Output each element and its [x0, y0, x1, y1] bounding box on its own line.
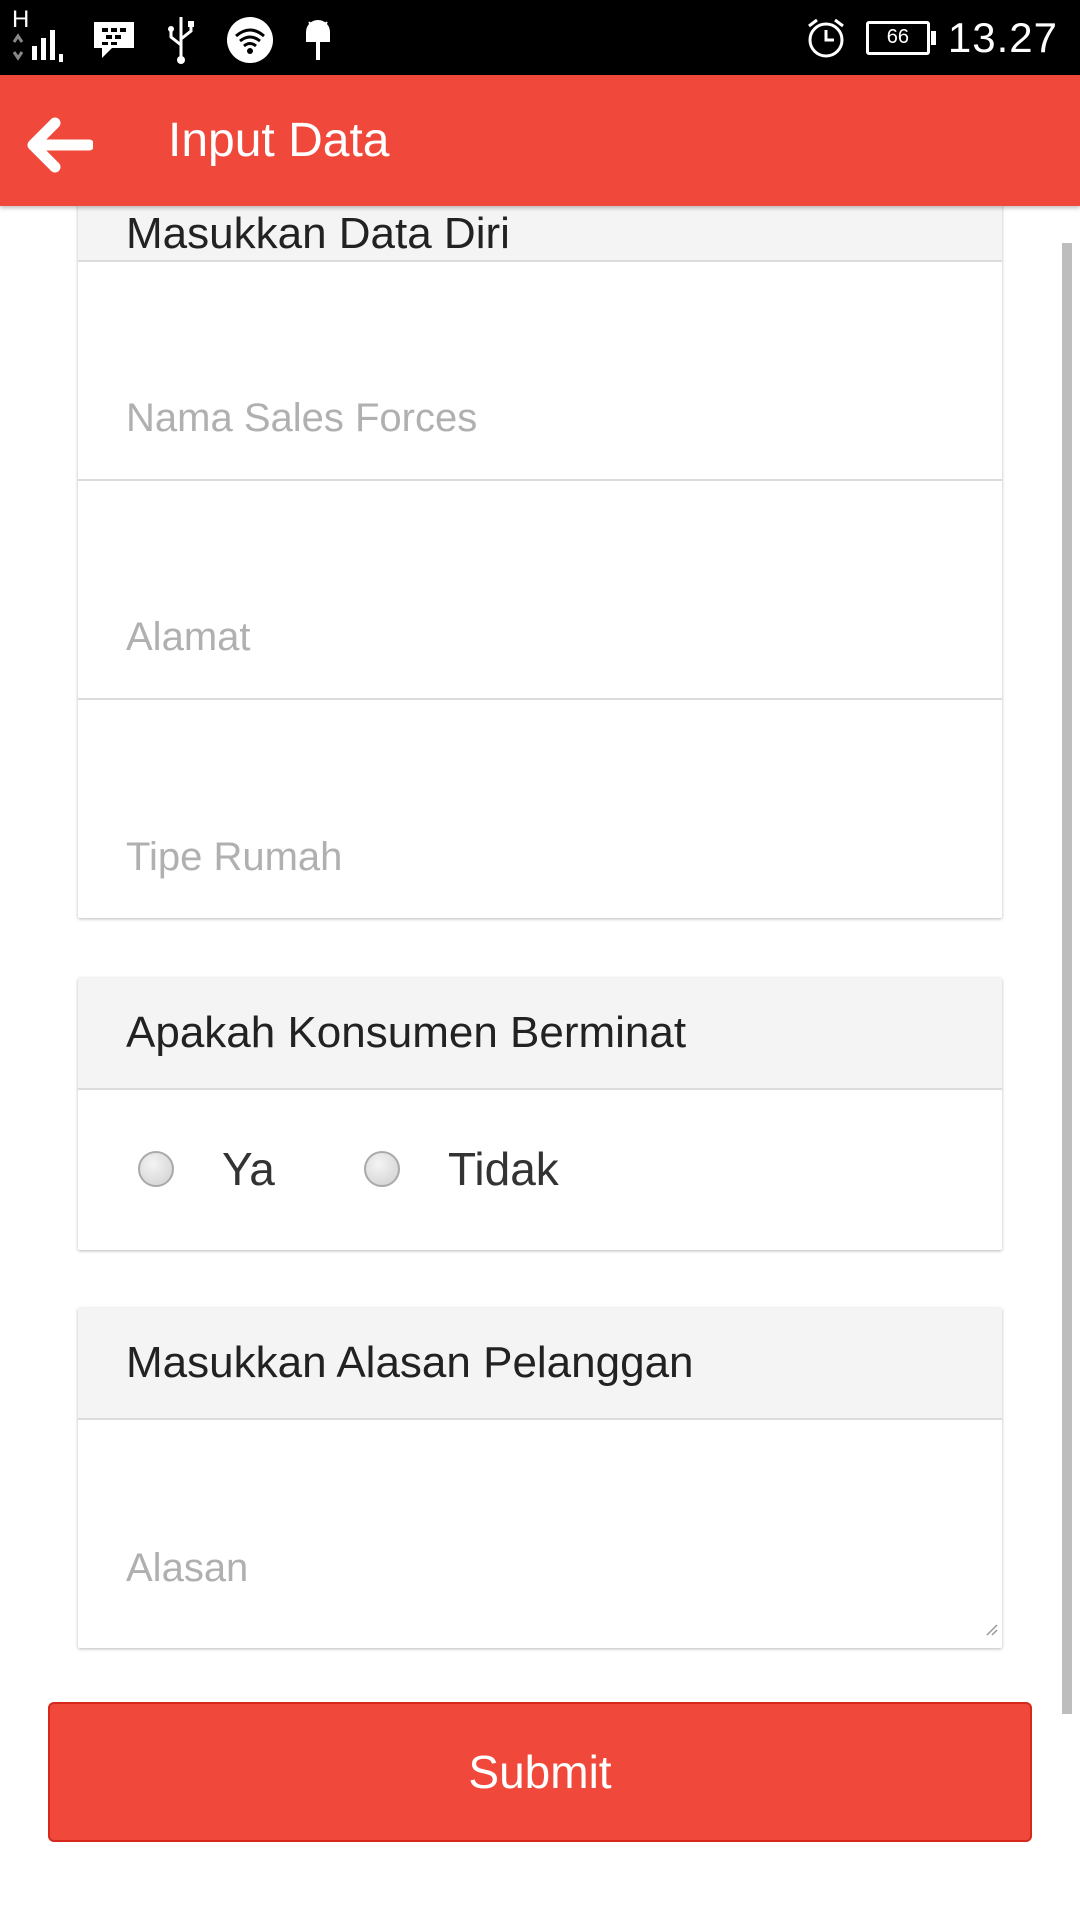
card-title-data-diri: Masukkan Data Diri: [126, 209, 510, 258]
alasan-textarea[interactable]: [126, 1546, 982, 1596]
radio-group-minat: Ya Tidak: [78, 1090, 1002, 1250]
field-alamat[interactable]: [78, 481, 1002, 700]
submit-label: Submit: [468, 1746, 612, 1798]
radio-option-ya[interactable]: Ya: [138, 1142, 275, 1196]
card-header-minat: Apakah Konsumen Berminat: [78, 978, 1002, 1090]
radio-label-tidak[interactable]: Tidak: [448, 1142, 559, 1196]
card-title-alasan: Masukkan Alasan Pelanggan: [126, 1338, 694, 1387]
signal-icon: [12, 30, 63, 62]
wifi-icon: [227, 17, 273, 63]
form-content[interactable]: Masukkan Data Diri Apakah Konsumen Bermi…: [0, 206, 1080, 1920]
status-time: 13.27: [947, 13, 1058, 61]
nama-sales-input[interactable]: [126, 396, 982, 441]
radio-option-tidak[interactable]: Tidak: [364, 1142, 559, 1196]
card-alasan: Masukkan Alasan Pelanggan: [78, 1308, 1002, 1648]
status-bar-right: 66 13.27: [804, 0, 1058, 75]
field-alasan[interactable]: [78, 1420, 1002, 1646]
submit-button[interactable]: Submit: [48, 1702, 1032, 1842]
app-bar: Input Data: [0, 75, 1080, 206]
scrollbar[interactable]: [1062, 243, 1072, 1714]
android-icon: [306, 20, 330, 60]
tipe-rumah-input[interactable]: [126, 835, 982, 880]
battery-level: 66: [886, 26, 910, 48]
page-title: Input Data: [168, 114, 390, 167]
status-bar-left: H: [10, 6, 336, 70]
battery-icon: 66: [865, 20, 936, 55]
bbm-icon: [94, 22, 134, 58]
radio-ya[interactable]: [138, 1151, 174, 1187]
field-nama-sales[interactable]: [78, 262, 1002, 481]
card-minat: Apakah Konsumen Berminat Ya Tidak: [78, 978, 1002, 1250]
network-indicator: H: [10, 6, 66, 68]
card-data-diri: Masukkan Data Diri: [78, 206, 1002, 918]
card-header-data-diri: Masukkan Data Diri: [78, 206, 1002, 262]
status-bar: H 66 13.27: [0, 0, 1080, 75]
radio-tidak[interactable]: [364, 1151, 400, 1187]
arrow-left-icon: [27, 117, 93, 173]
resize-grip-icon[interactable]: [984, 1622, 998, 1636]
field-tipe-rumah[interactable]: [78, 700, 1002, 918]
back-button[interactable]: [18, 105, 98, 185]
alarm-icon: [807, 18, 844, 57]
radio-label-ya[interactable]: Ya: [222, 1142, 275, 1196]
card-header-alasan: Masukkan Alasan Pelanggan: [78, 1308, 1002, 1420]
usb-icon: [168, 17, 194, 64]
alamat-input[interactable]: [126, 615, 982, 660]
card-title-minat: Apakah Konsumen Berminat: [126, 1008, 687, 1057]
